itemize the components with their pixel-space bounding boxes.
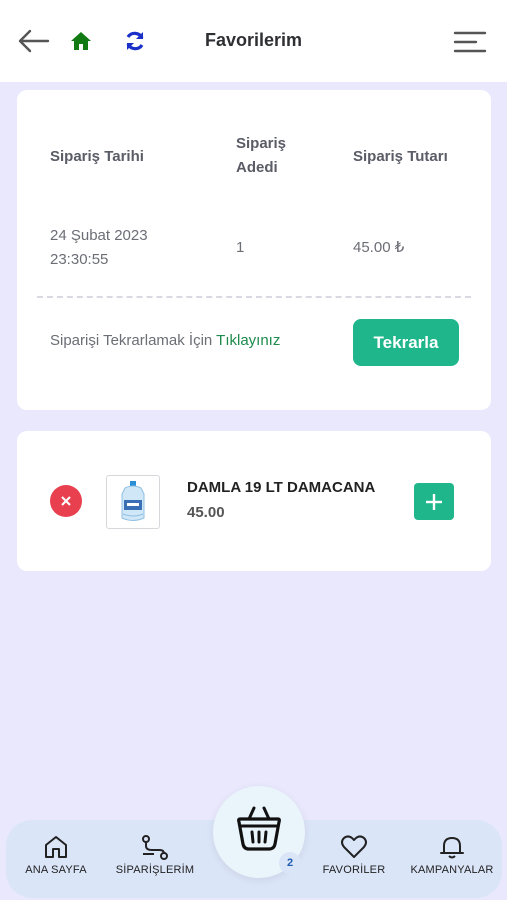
nav-orders[interactable]: SİPARİŞLERİM (110, 834, 200, 876)
nav-orders-label: SİPARİŞLERİM (115, 864, 195, 876)
favorite-item-card: DAMLA 19 LT DAMACANA 45.00 (17, 431, 491, 571)
order-date-value: 24 Şubat 2023 23:30:55 (50, 227, 148, 268)
nav-favorites-label: FAVORİLER (322, 864, 386, 876)
dashed-divider (37, 296, 471, 298)
home-outline-icon (45, 836, 67, 858)
order-qty-header: Sipariş Adedi (236, 135, 287, 176)
order-qty-value: 1 (236, 239, 245, 256)
product-price: 45.00 (187, 504, 225, 521)
nav-favorites[interactable]: FAVORİLER (316, 834, 392, 876)
basket-count-badge: 2 (279, 852, 301, 874)
order-date-header: Sipariş Tarihi (50, 148, 144, 165)
order-total-value: 45.00 ₺ (353, 239, 405, 256)
remove-favorite-button[interactable] (50, 485, 82, 517)
close-icon (61, 496, 71, 506)
route-icon (142, 835, 168, 860)
order-total-header: Sipariş Tutarı (353, 148, 448, 165)
repeat-order-link[interactable]: Tıklayınız (216, 332, 280, 349)
repeat-order-text: Siparişi Tekrarlamak İçin Tıklayınız (50, 332, 280, 349)
bell-icon (440, 837, 464, 859)
nav-home[interactable]: ANA SAYFA (20, 834, 92, 876)
page-title: Favorilerim (205, 30, 303, 50)
product-name: DAMLA 19 LT DAMACANA (187, 479, 376, 496)
product-image (106, 475, 160, 529)
back-arrow-icon[interactable] (16, 26, 50, 56)
top-bar: Favorilerim (0, 0, 507, 82)
refresh-icon[interactable] (123, 29, 147, 53)
add-to-cart-button[interactable] (414, 483, 454, 520)
order-card: Sipariş Tarihi Sipariş Adedi Sipariş Tut… (17, 90, 491, 410)
home-icon[interactable] (70, 30, 92, 52)
repeat-order-button[interactable]: Tekrarla (353, 319, 459, 366)
nav-campaigns-label: KAMPANYALAR (410, 864, 494, 876)
nav-campaigns[interactable]: KAMPANYALAR (402, 834, 502, 876)
plus-icon (426, 494, 442, 510)
menu-icon[interactable] (452, 28, 488, 56)
nav-home-label: ANA SAYFA (25, 864, 87, 876)
water-jug-icon (121, 481, 145, 521)
heart-icon (341, 835, 367, 858)
repeat-order-prefix: Siparişi Tekrarlamak İçin (50, 332, 217, 349)
